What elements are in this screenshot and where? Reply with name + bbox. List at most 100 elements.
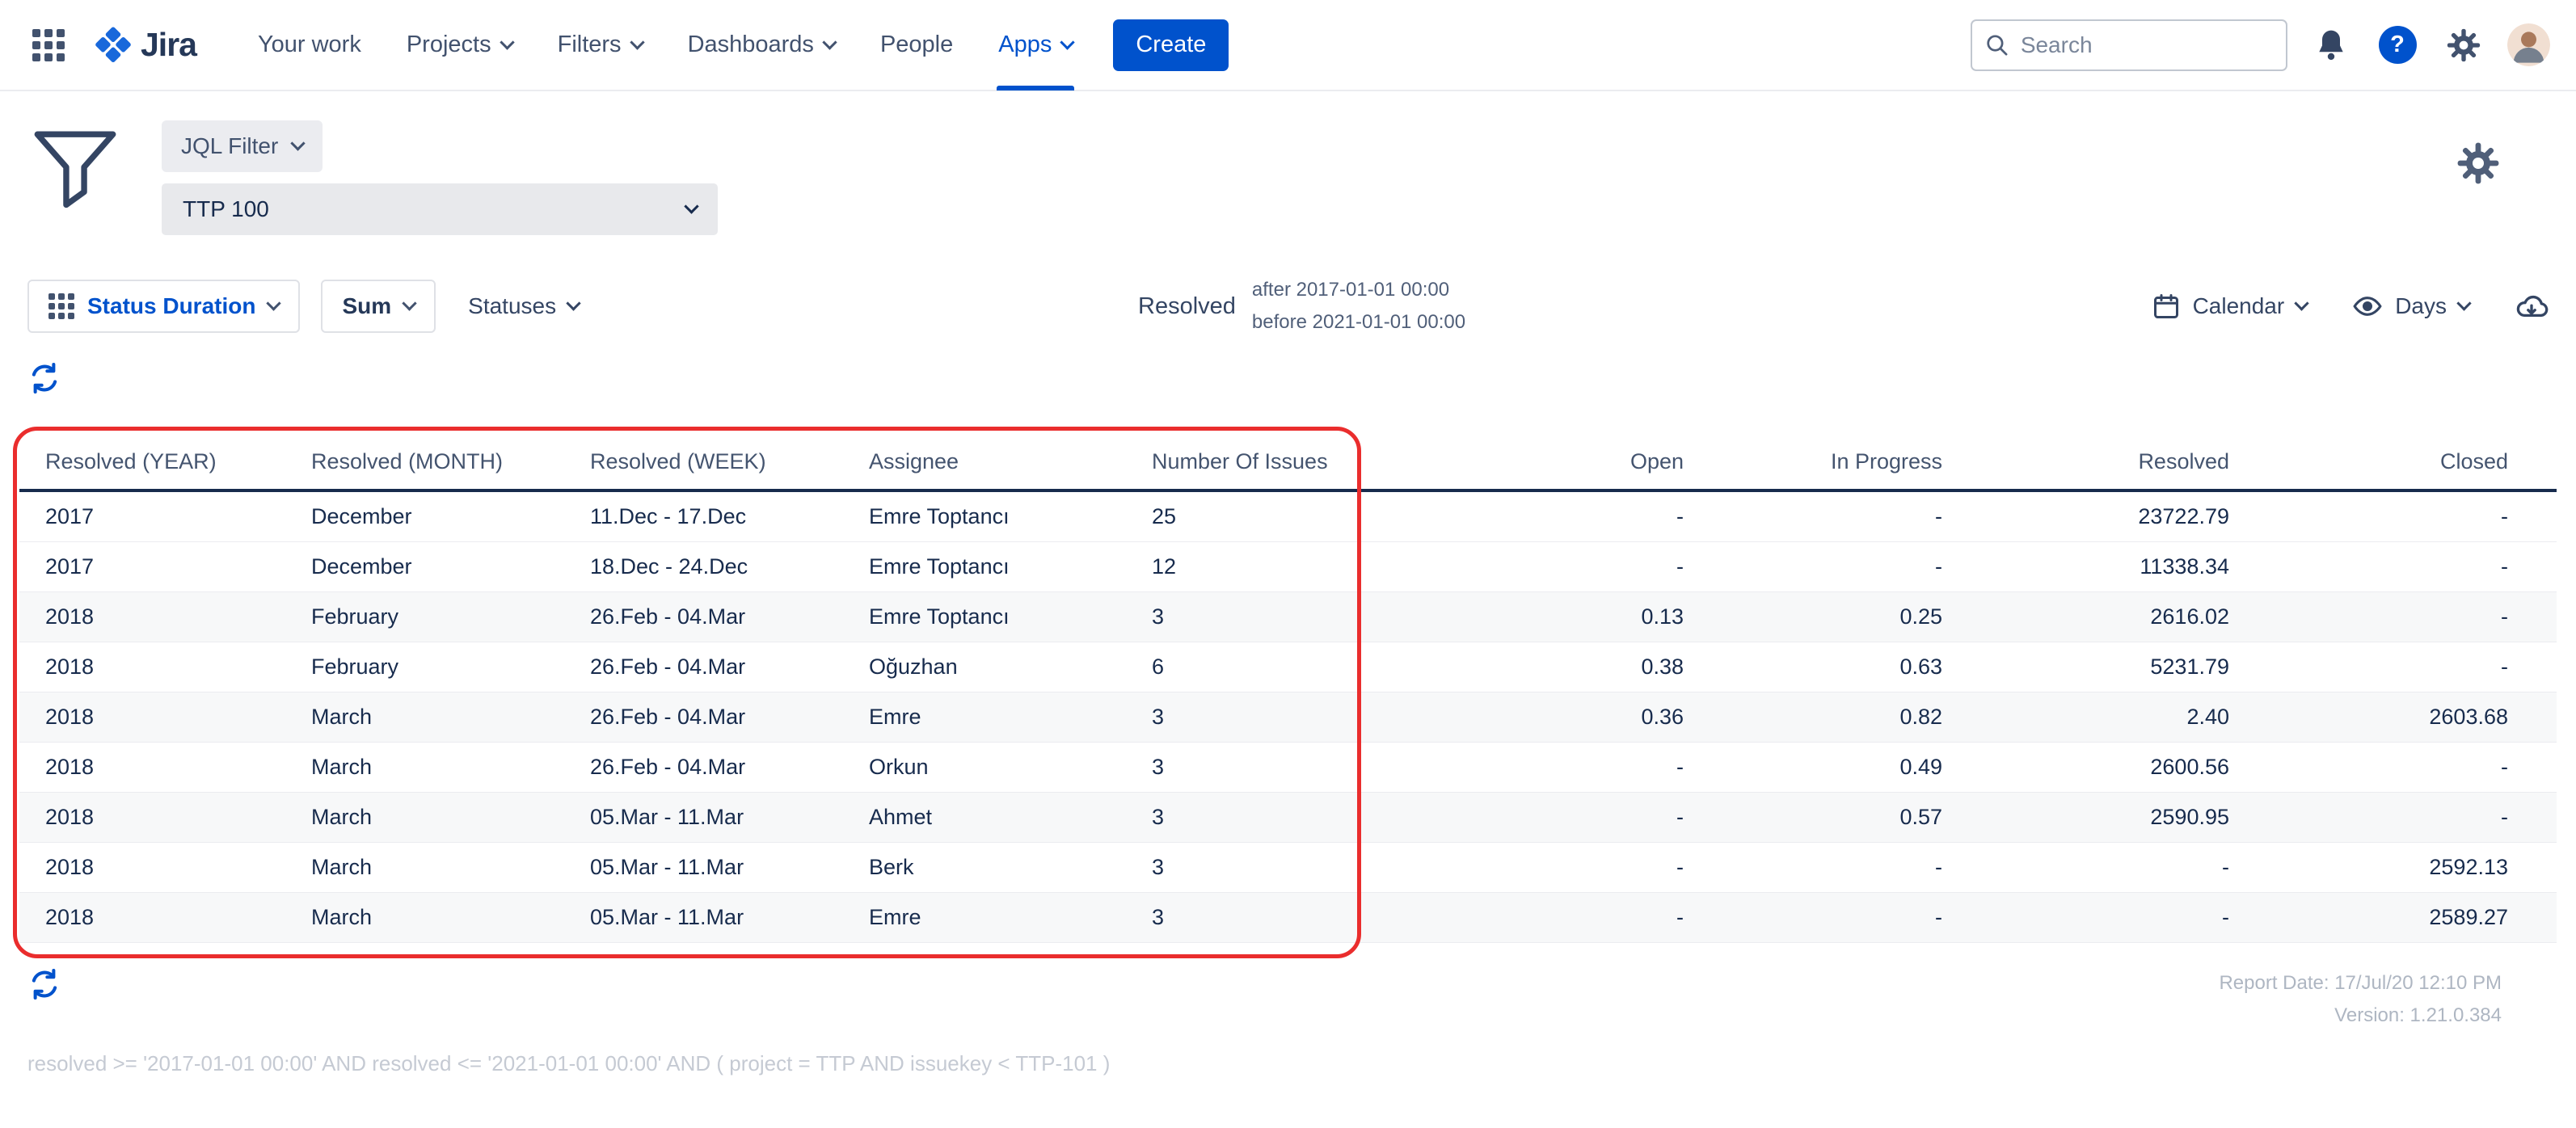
table-cell: 18.Dec - 24.Dec	[577, 542, 856, 592]
chevron-down-icon	[684, 199, 698, 213]
top-navbar: Jira Your work Projects Filters Dashboar…	[0, 0, 2576, 91]
statuses-dropdown[interactable]: Statuses	[468, 293, 579, 319]
table-cell: Ahmet	[856, 793, 1139, 843]
table-row[interactable]: 2018March26.Feb - 04.MarOrkun3-0.492600.…	[19, 743, 2557, 793]
table-cell: -	[2242, 743, 2557, 793]
table-cell: 5231.79	[1955, 642, 2242, 692]
table-cell: 2017	[19, 490, 298, 542]
report-settings-icon[interactable]	[2455, 140, 2502, 235]
nav-item-your-work[interactable]: Your work	[235, 0, 384, 90]
table-cell: 0.25	[1697, 592, 1955, 642]
saved-filter-select[interactable]: TTP 100	[162, 183, 718, 235]
search-icon	[1985, 32, 2009, 59]
aggregation-button[interactable]: Sum	[321, 280, 436, 333]
table-body: 2017December11.Dec - 17.DecEmre Toptancı…	[19, 490, 2557, 943]
table-cell: 3	[1139, 793, 1430, 843]
column-header[interactable]: Resolved (MONTH)	[298, 435, 577, 490]
chevron-down-icon	[291, 136, 306, 150]
navbar-right: ?	[1971, 19, 2550, 71]
table-cell: -	[1430, 743, 1697, 793]
export-icon[interactable]	[2515, 289, 2549, 323]
unit-dropdown[interactable]: Days	[2352, 291, 2469, 322]
refresh-icon[interactable]	[27, 361, 61, 395]
table-row[interactable]: 2018March05.Mar - 11.MarBerk3---2592.13	[19, 843, 2557, 893]
table-cell: 2590.95	[1955, 793, 2242, 843]
resolved-after: after 2017-01-01 00:00	[1252, 274, 1465, 306]
report-type-button[interactable]: Status Duration	[27, 280, 300, 333]
table-row[interactable]: 2018March05.Mar - 11.MarAhmet3-0.572590.…	[19, 793, 2557, 843]
calendar-dropdown[interactable]: Calendar	[2152, 292, 2308, 321]
table-cell: March	[298, 743, 577, 793]
table-cell: 23722.79	[1955, 490, 2242, 542]
table-cell: Emre	[856, 893, 1139, 943]
nav-item-dashboards[interactable]: Dashboards	[665, 0, 858, 90]
table-cell: 2018	[19, 843, 298, 893]
table-cell: -	[2242, 490, 2557, 542]
chevron-down-icon	[822, 35, 837, 49]
search-input[interactable]	[2021, 32, 2273, 58]
jira-logo[interactable]: Jira	[94, 26, 196, 65]
table-row[interactable]: 2018March05.Mar - 11.MarEmre3---2589.27	[19, 893, 2557, 943]
table-cell: 0.49	[1697, 743, 1955, 793]
table-cell: 05.Mar - 11.Mar	[577, 843, 856, 893]
nav-item-projects[interactable]: Projects	[384, 0, 535, 90]
column-header[interactable]: In Progress	[1697, 435, 1955, 490]
user-avatar[interactable]	[2507, 23, 2550, 66]
table-cell: February	[298, 642, 577, 692]
table-cell: 26.Feb - 04.Mar	[577, 592, 856, 642]
table-cell: 26.Feb - 04.Mar	[577, 642, 856, 692]
table-row[interactable]: 2018February26.Feb - 04.MarEmre Toptancı…	[19, 592, 2557, 642]
table-cell: 05.Mar - 11.Mar	[577, 893, 856, 943]
table-cell: Emre	[856, 692, 1139, 743]
nav-item-people[interactable]: People	[858, 0, 976, 90]
table-row[interactable]: 2017December18.Dec - 24.DecEmre Toptancı…	[19, 542, 2557, 592]
table-header-row: Resolved (YEAR)Resolved (MONTH)Resolved …	[19, 435, 2557, 490]
funnel-icon	[27, 120, 123, 235]
nav-item-apps[interactable]: Apps	[976, 0, 1095, 90]
resolved-dates: after 2017-01-01 00:00 before 2021-01-01…	[1252, 274, 1465, 339]
table-cell: 3	[1139, 893, 1430, 943]
column-header[interactable]: Resolved	[1955, 435, 2242, 490]
column-header[interactable]: Closed	[2242, 435, 2557, 490]
resolved-before: before 2021-01-01 00:00	[1252, 306, 1465, 339]
nav-item-filters[interactable]: Filters	[535, 0, 665, 90]
table-cell: Emre Toptancı	[856, 592, 1139, 642]
column-header[interactable]: Resolved (YEAR)	[19, 435, 298, 490]
nav-item-label: Your work	[258, 32, 361, 58]
report-version: Version: 1.21.0.384	[2219, 1000, 2502, 1032]
calendar-label: Calendar	[2193, 293, 2285, 319]
nav-item-label: Dashboards	[688, 32, 814, 58]
table-cell: 26.Feb - 04.Mar	[577, 692, 856, 743]
table-cell: 2018	[19, 743, 298, 793]
help-icon[interactable]: ?	[2375, 23, 2420, 68]
table-cell: 2018	[19, 793, 298, 843]
column-header[interactable]: Resolved (WEEK)	[577, 435, 856, 490]
table-cell: March	[298, 893, 577, 943]
table-cell: 2018	[19, 692, 298, 743]
create-button[interactable]: Create	[1113, 19, 1229, 71]
global-search[interactable]	[1971, 19, 2287, 71]
table-cell: -	[1430, 490, 1697, 542]
nav-item-label: People	[880, 32, 953, 58]
notifications-icon[interactable]	[2308, 23, 2354, 68]
table-row[interactable]: 2018March26.Feb - 04.MarEmre30.360.822.4…	[19, 692, 2557, 743]
table-cell: -	[2242, 793, 2557, 843]
eye-icon	[2352, 291, 2383, 322]
app-switcher-icon[interactable]	[26, 23, 71, 68]
filter-controls: JQL Filter TTP 100	[162, 120, 718, 235]
column-header[interactable]: Assignee	[856, 435, 1139, 490]
table-cell: 0.63	[1697, 642, 1955, 692]
report-type-label: Status Duration	[87, 293, 255, 319]
table-row[interactable]: 2017December11.Dec - 17.DecEmre Toptancı…	[19, 490, 2557, 542]
refresh-row-top	[0, 361, 2576, 399]
column-header[interactable]: Open	[1430, 435, 1697, 490]
table-cell: Emre Toptancı	[856, 542, 1139, 592]
column-header[interactable]: Number Of Issues	[1139, 435, 1430, 490]
filter-panel: JQL Filter TTP 100	[0, 91, 2576, 235]
table-row[interactable]: 2018February26.Feb - 04.MarOğuzhan60.380…	[19, 642, 2557, 692]
jql-filter-dropdown[interactable]: JQL Filter	[162, 120, 323, 172]
settings-icon[interactable]	[2441, 23, 2486, 68]
table-cell: -	[1697, 843, 1955, 893]
refresh-icon[interactable]	[27, 967, 61, 1001]
nav-item-label: Projects	[407, 32, 491, 58]
